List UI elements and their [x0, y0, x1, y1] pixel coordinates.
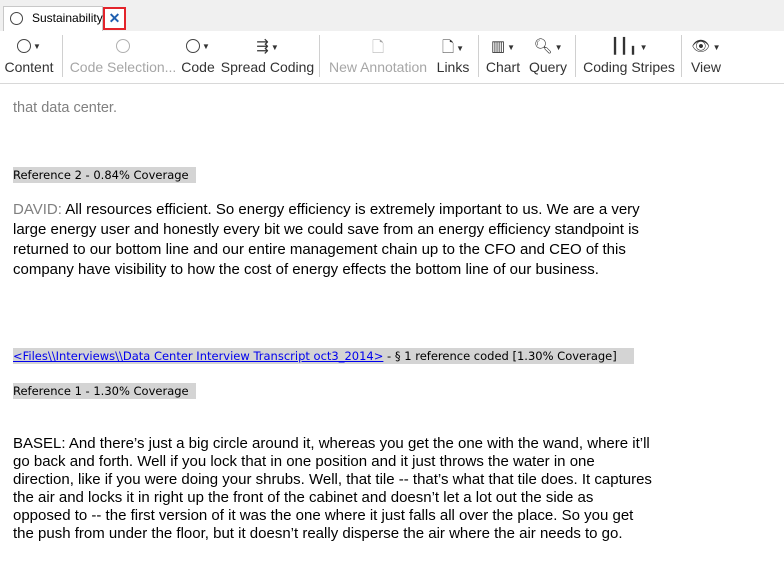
spread-coding-icon: ⇶ ▼ — [256, 38, 279, 55]
content-button[interactable]: ▼ Content — [2, 31, 56, 83]
eye-icon: 👁︎ ▼ — [691, 38, 721, 55]
query-label: Query — [528, 59, 568, 75]
close-tab-icon[interactable]: ✕ — [103, 7, 126, 30]
separator — [681, 35, 682, 77]
tab-sustainability[interactable]: Sustainability — [3, 6, 103, 31]
query-button[interactable]: 🔍︎ ▼ Query — [527, 31, 569, 83]
content-icon: ▼ — [2, 37, 56, 55]
tab-strip: Sustainability ✕ — [0, 0, 784, 31]
magnifier-icon: 🔍︎ ▼ — [533, 38, 563, 55]
chart-label: Chart — [485, 59, 521, 75]
separator — [575, 35, 576, 77]
links-icon: 🗋 ▼ — [442, 39, 464, 56]
separator — [478, 35, 479, 77]
coverage-summary: - § 1 reference coded [1.30% Coverage] — [383, 349, 617, 363]
new-annotation-icon: 🗋 — [371, 39, 385, 56]
links-label: Links — [436, 59, 470, 75]
code-selection-button[interactable]: Code Selection... — [69, 31, 177, 83]
chart-button[interactable]: ▥ ▼ Chart — [484, 31, 522, 83]
separator — [62, 35, 63, 77]
text-fragment: that data center. — [13, 100, 117, 116]
ribbon-toolbar: ▼ Content Code Selection... ▼ Code ⇶ ▼ Sp… — [0, 31, 784, 84]
source-file-link[interactable]: <Files\\Interviews\\Data Center Intervie… — [13, 349, 383, 363]
spread-coding-button[interactable]: ⇶ ▼ Spread Coding — [220, 31, 315, 83]
code-label: Code — [181, 59, 215, 75]
node-circle-icon — [10, 12, 23, 25]
new-annotation-button[interactable]: 🗋 New Annotation — [326, 31, 430, 83]
spread-coding-label: Spread Coding — [220, 59, 315, 75]
code-selection-icon — [69, 37, 177, 55]
tab-label: Sustainability — [32, 11, 103, 25]
view-button[interactable]: 👁︎ ▼ View — [688, 31, 724, 83]
coding-stripes-icon: ┃┃╻ ▼ — [610, 38, 648, 55]
content-label: Content — [4, 59, 54, 75]
reference-header: Reference 1 - 1.30% Coverage — [13, 383, 196, 399]
new-annotation-label: New Annotation — [328, 59, 428, 75]
code-icon: ▼ — [180, 37, 216, 55]
separator — [319, 35, 320, 77]
paragraph-text: All resources efficient. So energy effic… — [13, 201, 640, 278]
coding-stripes-label: Coding Stripes — [583, 59, 675, 75]
chart-icon: ▥ ▼ — [490, 38, 516, 55]
speaker-label: DAVID: — [13, 201, 62, 218]
basel-paragraph: BASEL: And there’s just a big circle aro… — [13, 435, 652, 542]
links-button[interactable]: 🗋 ▼ Links — [435, 31, 471, 83]
coding-stripes-button[interactable]: ┃┃╻ ▼ Coding Stripes — [582, 31, 676, 83]
david-paragraph: DAVID: All resources efficient. So energ… — [13, 200, 653, 280]
code-selection-label: Code Selection... — [69, 59, 177, 75]
code-button[interactable]: ▼ Code — [180, 31, 216, 83]
view-label: View — [690, 59, 722, 75]
source-reference-band: <Files\\Interviews\\Data Center Intervie… — [13, 348, 634, 364]
document-content[interactable]: that data center. Reference 2 - 0.84% Co… — [13, 84, 673, 587]
reference-header: Reference 2 - 0.84% Coverage — [13, 167, 196, 183]
